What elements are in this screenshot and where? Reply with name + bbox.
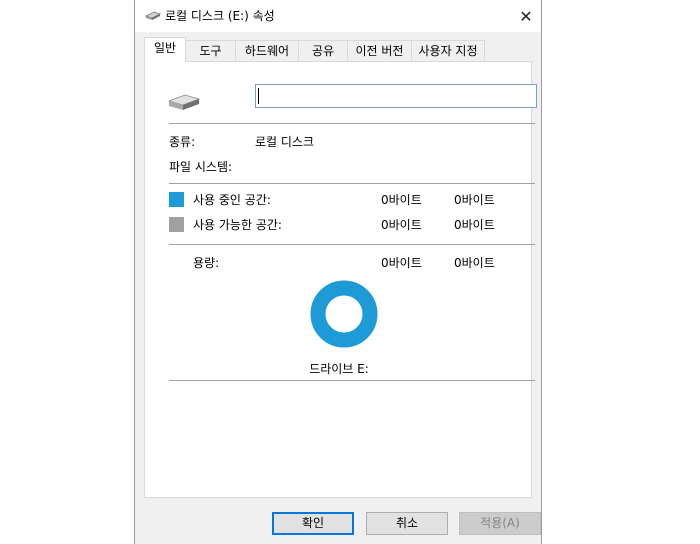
close-button[interactable]: ✕ bbox=[511, 0, 541, 32]
tab-general[interactable]: 일반 bbox=[144, 37, 186, 62]
divider bbox=[169, 123, 535, 124]
used-space-ring bbox=[310, 280, 378, 348]
drive-name-input[interactable] bbox=[255, 84, 537, 108]
free-space-bytes: 0바이트 bbox=[381, 218, 422, 232]
used-space-label: 사용 중인 공간: bbox=[193, 193, 271, 207]
free-space-swatch bbox=[169, 217, 184, 232]
tab-previous-versions[interactable]: 이전 버전 bbox=[347, 40, 412, 61]
cancel-button[interactable]: 취소 bbox=[366, 512, 448, 535]
type-label: 종류: bbox=[169, 135, 196, 149]
close-icon: ✕ bbox=[519, 6, 533, 26]
apply-button[interactable]: 적용(A) bbox=[459, 512, 541, 535]
free-space-label: 사용 가능한 공간: bbox=[193, 218, 282, 232]
divider bbox=[169, 183, 535, 184]
general-panel: 종류: 로컬 디스크 파일 시스템: 사용 중인 공간: 0바이트 0바이트 사… bbox=[144, 61, 537, 498]
capacity-bytes: 0바이트 bbox=[381, 256, 422, 270]
capacity-label: 용량: bbox=[193, 256, 220, 270]
drive-icon bbox=[167, 94, 201, 110]
tab-tools[interactable]: 도구 bbox=[185, 40, 236, 61]
drive-icon bbox=[145, 11, 161, 20]
tab-customize[interactable]: 사용자 지정 bbox=[411, 40, 485, 61]
ok-button[interactable]: 확인 bbox=[272, 512, 354, 535]
file-system-label: 파일 시스템: bbox=[169, 160, 233, 174]
divider bbox=[169, 380, 535, 381]
text-caret bbox=[258, 88, 259, 104]
free-space-size: 0바이트 bbox=[454, 218, 495, 232]
tab-hardware[interactable]: 하드웨어 bbox=[235, 40, 299, 61]
used-space-size: 0바이트 bbox=[454, 193, 495, 207]
title-bar: 로컬 디스크 (E:) 속성 ✕ bbox=[135, 0, 541, 32]
properties-dialog: 로컬 디스크 (E:) 속성 ✕ 일반 도구 하드웨어 공유 이전 버전 사용자… bbox=[134, 0, 542, 544]
window-title: 로컬 디스크 (E:) 속성 bbox=[165, 9, 275, 23]
tab-sharing[interactable]: 공유 bbox=[298, 40, 348, 61]
drive-label: 드라이브 E: bbox=[309, 362, 369, 376]
divider bbox=[169, 244, 535, 245]
type-value: 로컬 디스크 bbox=[255, 135, 315, 149]
used-space-swatch bbox=[169, 192, 184, 207]
capacity-size: 0바이트 bbox=[454, 256, 495, 270]
used-space-bytes: 0바이트 bbox=[381, 193, 422, 207]
usage-donut-chart bbox=[310, 280, 378, 348]
